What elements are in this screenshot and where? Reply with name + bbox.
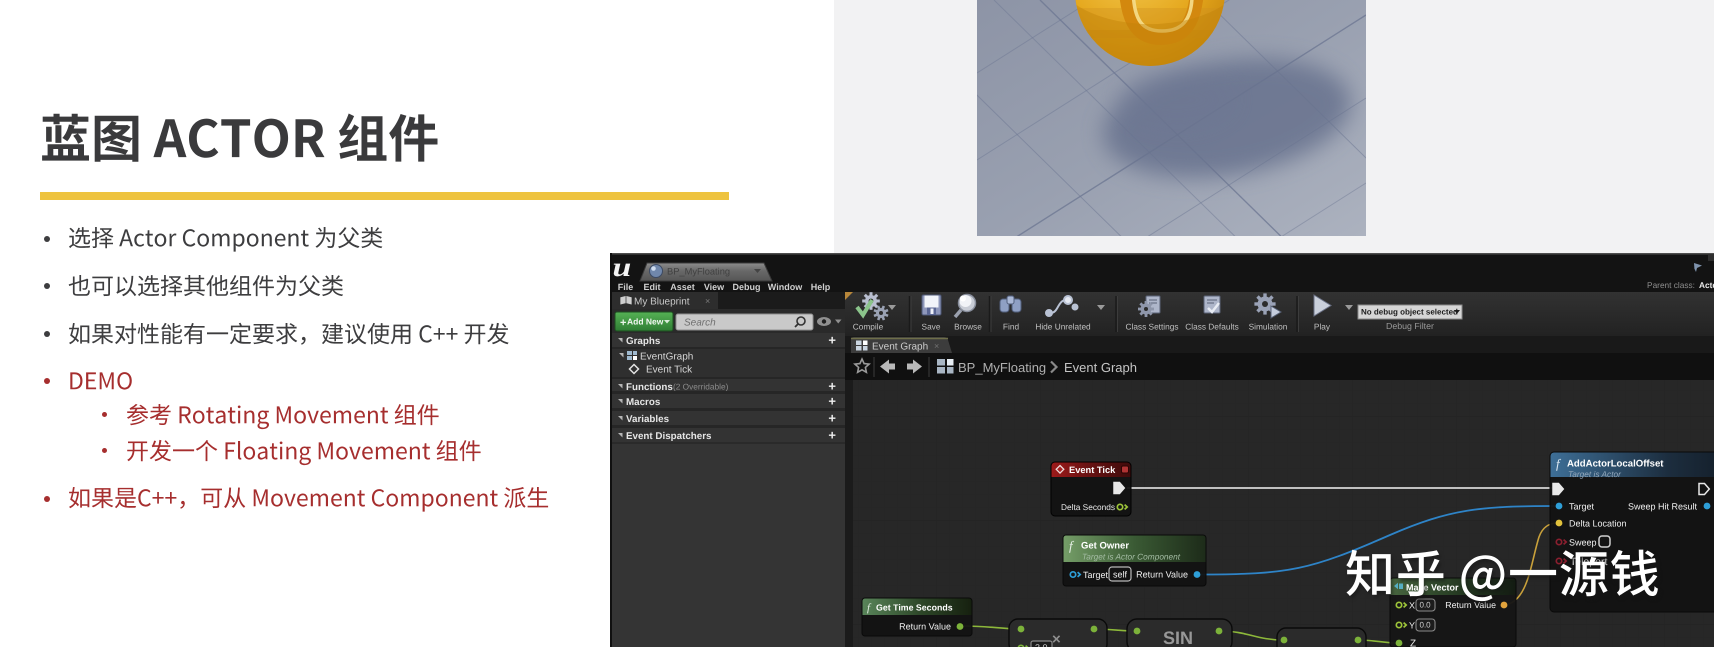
- svg-text:AddActorLocalOffset: AddActorLocalOffset: [1567, 459, 1664, 470]
- svg-text:Compile: Compile: [853, 322, 884, 332]
- svg-text:Target: Target: [1083, 570, 1109, 580]
- svg-text:Delta Location: Delta Location: [1569, 519, 1627, 529]
- svg-text:Target: Target: [1569, 502, 1595, 512]
- svg-text:Y: Y: [1409, 621, 1415, 631]
- svg-text:Event Tick: Event Tick: [646, 365, 693, 376]
- svg-text:Help: Help: [811, 282, 831, 292]
- svg-text:Return Value: Return Value: [1136, 570, 1188, 580]
- svg-text:Actor: Actor: [1699, 280, 1714, 290]
- svg-text:Hide Unrelated: Hide Unrelated: [1035, 322, 1091, 332]
- svg-text:Target is Actor: Target is Actor: [1568, 469, 1622, 479]
- svg-text:Event Graph: Event Graph: [872, 342, 928, 353]
- svg-text:×: ×: [705, 296, 710, 306]
- svg-text:SIN: SIN: [1163, 628, 1193, 647]
- svg-text:Debug Filter: Debug Filter: [1386, 321, 1434, 331]
- svg-text:File: File: [618, 282, 634, 292]
- svg-text:Add New: Add New: [627, 317, 664, 327]
- svg-text:×: ×: [934, 341, 939, 351]
- svg-text:Asset: Asset: [670, 282, 695, 292]
- svg-text:EventGraph: EventGraph: [640, 352, 693, 363]
- svg-text:Parent class:: Parent class:: [1647, 280, 1695, 290]
- svg-text:Target is Actor Component: Target is Actor Component: [1082, 552, 1181, 562]
- svg-text:u: u: [613, 253, 632, 282]
- svg-text:Event Tick: Event Tick: [1069, 465, 1116, 475]
- svg-text:Search: Search: [684, 318, 716, 329]
- svg-text:BP_MyFloating: BP_MyFloating: [667, 267, 730, 277]
- svg-text:Event Dispatchers: Event Dispatchers: [626, 431, 712, 442]
- svg-text:Get Time Seconds: Get Time Seconds: [876, 603, 953, 613]
- svg-text:Get Owner: Get Owner: [1081, 541, 1129, 552]
- svg-text:Save: Save: [922, 322, 941, 332]
- svg-text:Window: Window: [768, 282, 803, 292]
- svg-text:No debug object selected: No debug object selected: [1361, 308, 1458, 317]
- svg-text:My Blueprint: My Blueprint: [634, 297, 690, 308]
- svg-text:+: +: [828, 428, 836, 443]
- svg-text:Edit: Edit: [644, 282, 661, 292]
- svg-text:Return Value: Return Value: [899, 622, 951, 632]
- svg-text:Find: Find: [1003, 322, 1020, 332]
- svg-text:+: +: [828, 394, 836, 409]
- svg-text:Event Graph: Event Graph: [1064, 360, 1137, 375]
- svg-text:3.0: 3.0: [1035, 643, 1048, 647]
- svg-text:Class Defaults: Class Defaults: [1185, 322, 1239, 332]
- svg-text:View: View: [704, 282, 725, 292]
- svg-text:+: +: [828, 411, 836, 426]
- svg-text:0.0: 0.0: [1420, 621, 1432, 630]
- svg-text:Simulation: Simulation: [1249, 322, 1288, 332]
- svg-text:Debug: Debug: [733, 282, 761, 292]
- svg-text:×: ×: [1052, 631, 1061, 647]
- svg-text:+: +: [828, 333, 836, 348]
- svg-text:Graphs: Graphs: [626, 336, 661, 347]
- svg-text:Delta Seconds: Delta Seconds: [1061, 502, 1115, 512]
- svg-text:BP_MyFloating: BP_MyFloating: [958, 360, 1046, 375]
- svg-text:self: self: [1113, 570, 1128, 580]
- svg-text:Z: Z: [1410, 639, 1416, 647]
- svg-text:(2 Overridable): (2 Overridable): [673, 382, 729, 392]
- svg-text:Browse: Browse: [954, 322, 982, 332]
- svg-text:Sweep Hit Result: Sweep Hit Result: [1628, 502, 1698, 512]
- svg-text:Variables: Variables: [626, 414, 670, 425]
- svg-text:Macros: Macros: [626, 397, 661, 408]
- svg-text:Class Settings: Class Settings: [1125, 322, 1178, 332]
- svg-text:Play: Play: [1314, 322, 1331, 332]
- svg-text:+: +: [620, 317, 626, 329]
